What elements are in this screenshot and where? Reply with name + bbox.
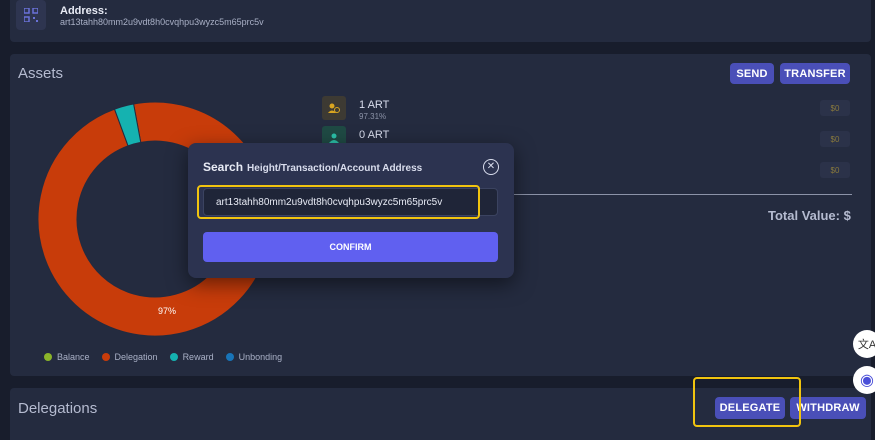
address-card: Address: art13tahh80mm2u9vdt8h0cvqhpu3wy… (10, 0, 871, 42)
delegate-button[interactable]: DELEGATE (715, 397, 785, 419)
send-button[interactable]: SEND (730, 63, 774, 84)
modal-title: Search Height/Transaction/Account Address (203, 160, 422, 174)
search-input[interactable] (203, 188, 498, 216)
transfer-button[interactable]: TRANSFER (780, 63, 850, 84)
donut-data-label: 97% (158, 306, 177, 316)
asset-value-pill: $0 (820, 162, 850, 178)
legend-item-balance[interactable]: Balance (44, 352, 90, 362)
delegations-title: Delegations (18, 400, 98, 417)
legend-label: Unbonding (238, 352, 283, 362)
chart-legend: Balance Delegation Reward Unbonding (44, 352, 282, 362)
modal-subtitle: Height/Transaction/Account Address (247, 163, 423, 174)
asset-amount: 0 ART (359, 129, 390, 141)
legend-dot (225, 353, 234, 361)
legend-dot (169, 353, 178, 361)
translate-icon[interactable]: 文A (853, 330, 875, 358)
search-modal: Search Height/Transaction/Account Address… (188, 143, 514, 278)
address-value: art13tahh80mm2u9vdt8h0cvqhpu3wyzc5m65prc… (60, 17, 264, 27)
asset-amount: 1 ART (359, 99, 390, 111)
assistant-icon[interactable]: ◉ (853, 366, 875, 394)
address-label: Address: (60, 5, 108, 17)
qr-code-icon[interactable] (16, 0, 46, 30)
assets-title: Assets (18, 65, 64, 82)
legend-label: Reward (182, 352, 214, 362)
modal-title-text: Search (203, 160, 244, 174)
legend-item-unbonding[interactable]: Unbonding (225, 352, 283, 362)
legend-dot (101, 353, 110, 361)
asset-value-pill: $0 (820, 100, 850, 116)
withdraw-button[interactable]: WITHDRAW (790, 397, 866, 419)
legend-label: Balance (57, 352, 90, 362)
asset-percent: 97.31% (359, 112, 387, 121)
total-value: Total Value: $ (768, 208, 851, 223)
legend-item-reward[interactable]: Reward (169, 352, 214, 362)
legend-label: Delegation (114, 352, 158, 362)
close-icon[interactable]: ✕ (483, 159, 499, 175)
asset-value-pill: $0 (820, 131, 850, 147)
legend-dot (44, 353, 52, 361)
confirm-button[interactable]: CONFIRM (203, 232, 498, 262)
divider (490, 194, 852, 195)
delegation-icon (322, 96, 346, 120)
delegations-card: Delegations DELEGATE WITHDRAW (10, 388, 871, 440)
legend-item-delegation[interactable]: Delegation (101, 352, 158, 362)
